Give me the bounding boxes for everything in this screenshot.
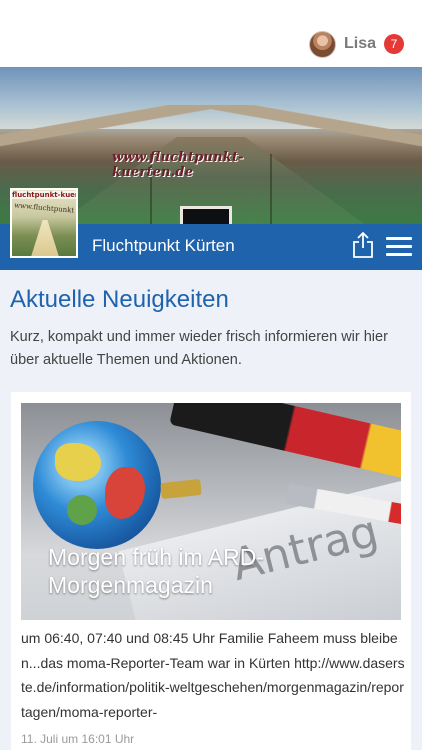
page-title: Aktuelle Neuigkeiten <box>10 286 229 313</box>
share-icon[interactable] <box>351 231 375 259</box>
image-globe-mount <box>160 478 202 500</box>
image-globe-land <box>67 495 97 525</box>
logo-path-graphic <box>30 220 60 256</box>
notification-badge[interactable]: 7 <box>384 34 404 54</box>
page-description: Kurz, kompakt und immer wieder frisch in… <box>10 329 388 368</box>
user-name[interactable]: Lisa <box>344 35 376 53</box>
user-profile[interactable]: Lisa 7 <box>308 29 404 59</box>
news-card-excerpt: um 06:40, 07:40 und 08:45 Uhr Familie Fa… <box>21 630 405 720</box>
banner-hatch <box>180 206 232 224</box>
logo-text-top: fluchtpunkt-kuerten <box>12 191 76 199</box>
image-globe-land <box>55 443 101 481</box>
top-bar: Lisa 7 <box>0 0 422 67</box>
image-marker <box>169 403 401 483</box>
avatar[interactable] <box>308 30 336 58</box>
site-name: Fluchtpunkt Kürten <box>92 236 235 255</box>
news-card-date: 11. Juli um 16:01 Uhr <box>21 732 135 746</box>
news-card-title[interactable]: Morgen früh im ARD-Morgenmagazin <box>48 543 308 599</box>
hamburger-menu-icon[interactable] <box>386 237 412 257</box>
banner-watermark: www.fluchtpunkt-kuerten.de <box>112 150 244 180</box>
news-card-image[interactable]: Antrag Morgen früh im ARD-Morgenmagazin <box>21 403 401 620</box>
news-card[interactable]: Antrag Morgen früh im ARD-Morgenmagazin … <box>11 392 411 750</box>
site-logo[interactable]: fluchtpunkt-kuerten www.fluchtpunkt-kuer… <box>10 188 78 258</box>
logo-text-url: www.fluchtpunkt-kuerten.de <box>13 201 75 215</box>
